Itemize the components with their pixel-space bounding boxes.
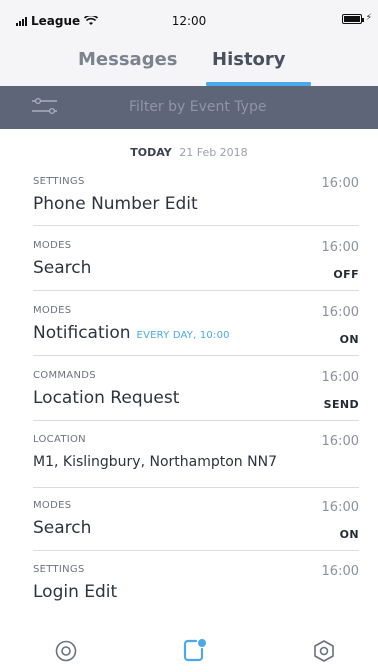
event-status: SEND <box>323 398 359 411</box>
event-row[interactable]: MODES 16:00 Notification EVERY DAY, 10:00… <box>33 305 359 356</box>
charging-icon: ⚡ <box>365 13 372 23</box>
tab-messages[interactable]: Messages <box>78 49 178 70</box>
event-title: Phone Number Edit <box>33 194 198 214</box>
event-row[interactable]: LOCATION 16:00 M1, Kislingbury, Northamp… <box>33 434 359 488</box>
event-title: Login Edit <box>33 582 118 602</box>
event-title-text: Notification <box>33 323 131 343</box>
event-time: 16:00 <box>321 305 359 320</box>
event-category: SETTINGS <box>33 176 85 187</box>
event-time: 16:00 <box>321 500 359 515</box>
event-title: M1, Kislingbury, Northampton NN7 <box>33 454 277 470</box>
date-label: TODAY <box>130 146 172 159</box>
event-title: Search <box>33 258 92 278</box>
event-time: 16:00 <box>321 176 359 191</box>
event-schedule: EVERY DAY, 10:00 <box>136 330 230 341</box>
event-title: Location Request <box>33 388 180 408</box>
event-status: ON <box>339 333 359 346</box>
date-header: TODAY 21 Feb 2018 <box>0 146 378 159</box>
date-value: 21 Feb 2018 <box>179 146 248 159</box>
clock: 12:00 <box>171 14 207 28</box>
event-time: 16:00 <box>321 240 359 255</box>
status-bar: League 12:00 ⚡ <box>0 0 378 36</box>
bottom-nav <box>0 626 378 672</box>
event-row[interactable]: COMMANDS 16:00 Location Request SEND <box>33 370 359 421</box>
event-row[interactable]: MODES 16:00 Search ON <box>33 500 359 551</box>
event-row[interactable]: MODES 16:00 Search OFF <box>33 240 359 291</box>
event-title: Notification EVERY DAY, 10:00 <box>33 323 230 343</box>
tab-bar: Messages History <box>0 36 378 86</box>
battery-icon <box>342 14 364 24</box>
event-category: MODES <box>33 500 72 511</box>
event-category: MODES <box>33 305 72 316</box>
tab-history[interactable]: History <box>212 49 286 70</box>
messages-icon[interactable] <box>182 638 208 662</box>
event-time: 16:00 <box>321 370 359 385</box>
filter-sliders-icon[interactable] <box>31 97 58 117</box>
filter-bar[interactable]: Filter by Event Type <box>0 86 378 129</box>
target-icon[interactable] <box>55 640 77 662</box>
event-row[interactable]: SETTINGS 16:00 Login Edit <box>33 564 359 614</box>
event-status: OFF <box>333 268 359 281</box>
event-time: 16:00 <box>321 564 359 579</box>
event-category: SETTINGS <box>33 564 85 575</box>
event-category: LOCATION <box>33 434 86 445</box>
filter-placeholder[interactable]: Filter by Event Type <box>129 99 266 115</box>
event-time: 16:00 <box>321 434 359 449</box>
event-status: ON <box>339 528 359 541</box>
event-title: Search <box>33 518 92 538</box>
event-category: MODES <box>33 240 72 251</box>
event-category: COMMANDS <box>33 370 96 381</box>
event-row[interactable]: SETTINGS 16:00 Phone Number Edit <box>33 176 359 226</box>
hexagon-settings-icon[interactable] <box>312 639 336 663</box>
